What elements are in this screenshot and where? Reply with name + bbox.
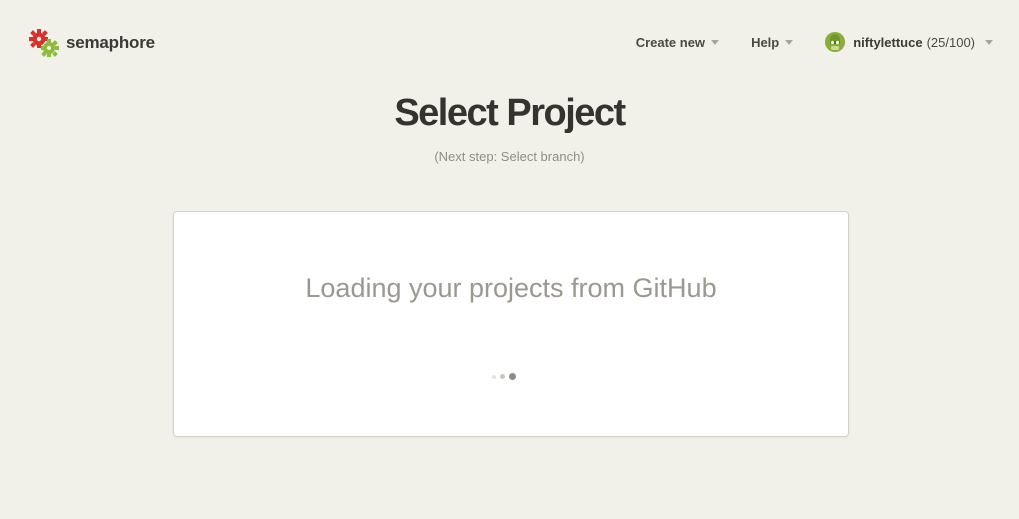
page-title: Select Project (394, 92, 626, 134)
help-menu[interactable]: Help (751, 34, 794, 50)
chevron-down-icon (785, 40, 794, 45)
loading-message: Loading your projects from GitHub (305, 273, 717, 303)
help-label: Help (751, 34, 780, 50)
user-name: niftylettuce (853, 34, 923, 50)
project-list-card: Loading your projects from GitHub (173, 211, 849, 437)
semaphore-logo[interactable]: semaphore (28, 27, 155, 59)
project-count: (25/100) (926, 34, 975, 50)
semaphore-gear-logo-icon (29, 29, 59, 57)
create-new-menu[interactable]: Create new (635, 34, 720, 50)
spinner-dot (509, 373, 516, 380)
user-avatar-icon (825, 32, 846, 52)
create-new-label: Create new (635, 34, 706, 50)
spinner-dot (500, 374, 505, 379)
spinner-dot (492, 374, 496, 379)
page-subtitle: (Next step: Select branch) (434, 149, 585, 164)
loading-dots-icon (492, 373, 516, 380)
page: semaphore Create new Help niftylettuce (… (0, 0, 1019, 519)
chevron-down-icon (711, 40, 720, 45)
logo-text: semaphore (66, 33, 155, 52)
user-menu[interactable]: niftylettuce (25/100) (825, 32, 993, 52)
top-nav: Create new Help niftylettuce (25/100) (636, 32, 993, 52)
chevron-down-icon (985, 40, 993, 45)
